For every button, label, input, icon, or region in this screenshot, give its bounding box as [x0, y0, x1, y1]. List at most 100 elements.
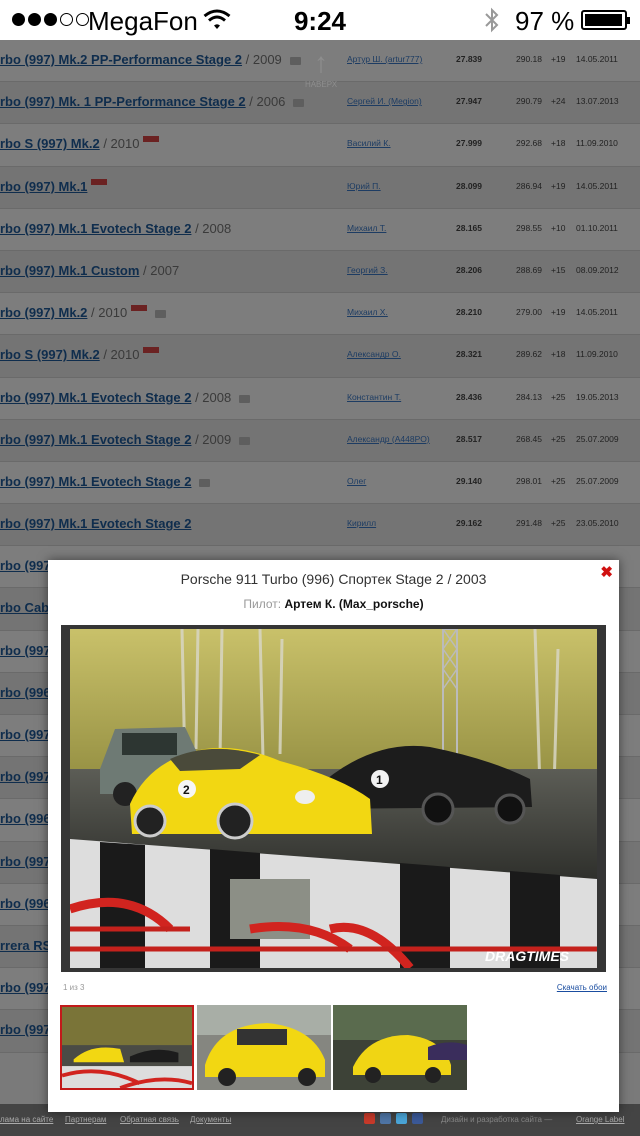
- time-value: 28.099: [456, 180, 482, 191]
- car-link[interactable]: rbo (997: [0, 1022, 51, 1037]
- car-link[interactable]: rbo (997) Mk.2: [0, 305, 87, 320]
- car-link[interactable]: rbo (997: [0, 727, 51, 742]
- car-link[interactable]: rbo S (997) Mk.2: [0, 347, 100, 362]
- pilot-link[interactable]: Юрий П.: [347, 181, 381, 191]
- car-cell: rbo (997: [0, 727, 51, 742]
- download-wallpaper-link[interactable]: Скачать обои: [557, 983, 607, 992]
- temp-delta: +25: [551, 475, 566, 486]
- car-cell: rbo (997) Mk.2 / 2010: [0, 305, 167, 321]
- camera-icon[interactable]: [239, 436, 251, 445]
- stock-badge-icon: [131, 305, 148, 312]
- car-link[interactable]: rbo (997) Mk.2 PP-Performance Stage 2: [0, 52, 242, 67]
- car-link[interactable]: rbo (997: [0, 980, 51, 995]
- pilot-link[interactable]: Василий К.: [347, 138, 391, 148]
- car-link[interactable]: rbo (997: [0, 769, 51, 784]
- date-value: 14.05.2011: [576, 180, 618, 191]
- camera-icon[interactable]: [293, 99, 305, 108]
- footer-link-ads[interactable]: лама на сайте: [0, 1115, 53, 1124]
- temp-delta: +25: [551, 433, 566, 444]
- pilot-link[interactable]: Михаил Х.: [347, 307, 388, 317]
- speed-value: 279.00: [516, 307, 542, 318]
- table-row: rbo (997) Mk.1 Evotech Stage 2 / 2009 Але…: [0, 419, 640, 462]
- stock-badge-icon: [143, 136, 160, 143]
- car-link[interactable]: rbo (996: [0, 685, 51, 700]
- thumbnail-2[interactable]: [197, 1005, 331, 1090]
- car-cell: rbo (997) Mk.1 Custom / 2007: [0, 263, 179, 278]
- speed-value: 298.01: [516, 475, 542, 486]
- car-link[interactable]: rbo (997) Mk. 1 PP-Performance Stage 2: [0, 94, 246, 109]
- date-value: 08.09.2012: [576, 264, 619, 275]
- car-year: / 2010: [99, 136, 140, 152]
- car-link[interactable]: rbo (997) Mk.1 Evotech Stage 2: [0, 516, 191, 531]
- car-link[interactable]: rbo (997) Mk.1 Evotech Stage 2: [0, 474, 191, 489]
- thumbnail-3[interactable]: [333, 1005, 467, 1090]
- car-link[interactable]: rbo (997) Mk.1 Evotech Stage 2: [0, 390, 191, 405]
- car-year: / 2010: [87, 305, 128, 321]
- thumbnail-1[interactable]: [60, 1005, 194, 1090]
- main-photo[interactable]: 1 2 DRAGTIMES: [61, 625, 606, 972]
- car-link[interactable]: rbo (996: [0, 811, 51, 826]
- car-cell: rbo (997: [0, 769, 51, 784]
- car-year: / 2009: [242, 52, 282, 67]
- scroll-top-button[interactable]: ↑ НАВЕРХ: [298, 46, 344, 98]
- footer-credit-link[interactable]: Orange Label: [576, 1115, 624, 1124]
- pilot-link[interactable]: Артур Ш. (artur777): [347, 54, 422, 64]
- table-row: rbo (997) Mk.1 Юрий П. 28.099 286.94 +19 14.0…: [0, 166, 640, 209]
- pilot-link[interactable]: Александр О.: [347, 349, 401, 359]
- car-link[interactable]: rbo Cab: [0, 600, 49, 615]
- pilot-link[interactable]: Олег: [347, 476, 366, 486]
- car-link[interactable]: rbo (997: [0, 854, 51, 869]
- car-cell: rbo (997: [0, 854, 51, 869]
- car-link[interactable]: rbo (997) Mk.1: [0, 179, 87, 194]
- car-year: / 2008: [191, 389, 232, 405]
- car-link[interactable]: rbo S (997) Mk.2: [0, 136, 100, 151]
- temp-delta: +19: [551, 54, 566, 64]
- car-link[interactable]: rbo (997) Mk.1 Evotech Stage 2: [0, 221, 191, 236]
- car-link[interactable]: rbo (997) Mk.1 Custom: [0, 263, 139, 278]
- time-value: 27.839: [456, 54, 482, 64]
- car-link[interactable]: rrera RS: [0, 938, 51, 953]
- battery-percent: 97 %: [515, 6, 575, 36]
- car-link[interactable]: rbo (996: [0, 896, 51, 911]
- table-row: rbo S (997) Mk.2 / 2010 Василий К. 27.999 2…: [0, 124, 640, 167]
- car-cell: rbo (997: [0, 1022, 51, 1037]
- car-cell: rbo S (997) Mk.2 / 2010: [0, 347, 160, 362]
- pilot-link[interactable]: Сергей И. (Megion): [347, 96, 422, 106]
- stock-badge-icon: [91, 178, 108, 185]
- car-cell: rbo S (997) Mk.2 / 2010: [0, 136, 160, 152]
- car-link[interactable]: rbo (997: [0, 558, 51, 573]
- pilot-link[interactable]: Константин Т.: [347, 392, 401, 402]
- svg-text:1: 1: [376, 773, 383, 787]
- time-value: 27.947: [456, 96, 482, 107]
- table-row: rbo (997) Mk.1 Evotech Stage 2 / 2008 Кон…: [0, 377, 640, 420]
- pilot-link[interactable]: Михаил Т.: [347, 223, 386, 233]
- photo-counter: 1 из 3: [63, 983, 85, 992]
- vk-icon[interactable]: [380, 1113, 391, 1124]
- youtube-icon[interactable]: [364, 1113, 375, 1124]
- temp-delta: +10: [551, 222, 566, 233]
- facebook-icon[interactable]: [412, 1113, 423, 1124]
- temp-delta: +15: [551, 264, 566, 275]
- car-link[interactable]: rbo (997: [0, 643, 51, 658]
- camera-icon[interactable]: [199, 478, 211, 487]
- footer-credit: Дизайн и разработка сайта —: [441, 1115, 553, 1124]
- temp-delta: +19: [551, 307, 566, 318]
- camera-icon[interactable]: [155, 310, 167, 319]
- twitter-icon[interactable]: [396, 1113, 407, 1124]
- footer-link-partners[interactable]: Партнерам: [65, 1115, 106, 1124]
- pilot-link[interactable]: Кирилл: [347, 518, 376, 528]
- stock-badge-icon: [143, 347, 160, 354]
- camera-icon[interactable]: [239, 394, 251, 403]
- footer-link-feedback[interactable]: Обратная связь: [120, 1115, 179, 1124]
- pilot-link[interactable]: Георгий З.: [347, 265, 388, 275]
- car-link[interactable]: rbo (997) Mk.1 Evotech Stage 2: [0, 432, 191, 447]
- date-value: 23.05.2010: [576, 518, 619, 529]
- car-cell: rbo (997: [0, 558, 51, 573]
- footer-link-documents[interactable]: Документы: [190, 1115, 231, 1124]
- pilot-link[interactable]: Александр (A448PO): [347, 434, 430, 444]
- speed-value: 291.48: [516, 518, 542, 529]
- car-cell: rbo (997) Mk.1 Evotech Stage 2: [0, 474, 211, 489]
- speed-value: 289.62: [516, 349, 542, 360]
- date-value: 25.07.2009: [576, 475, 619, 486]
- car-cell: rbo (996: [0, 685, 51, 700]
